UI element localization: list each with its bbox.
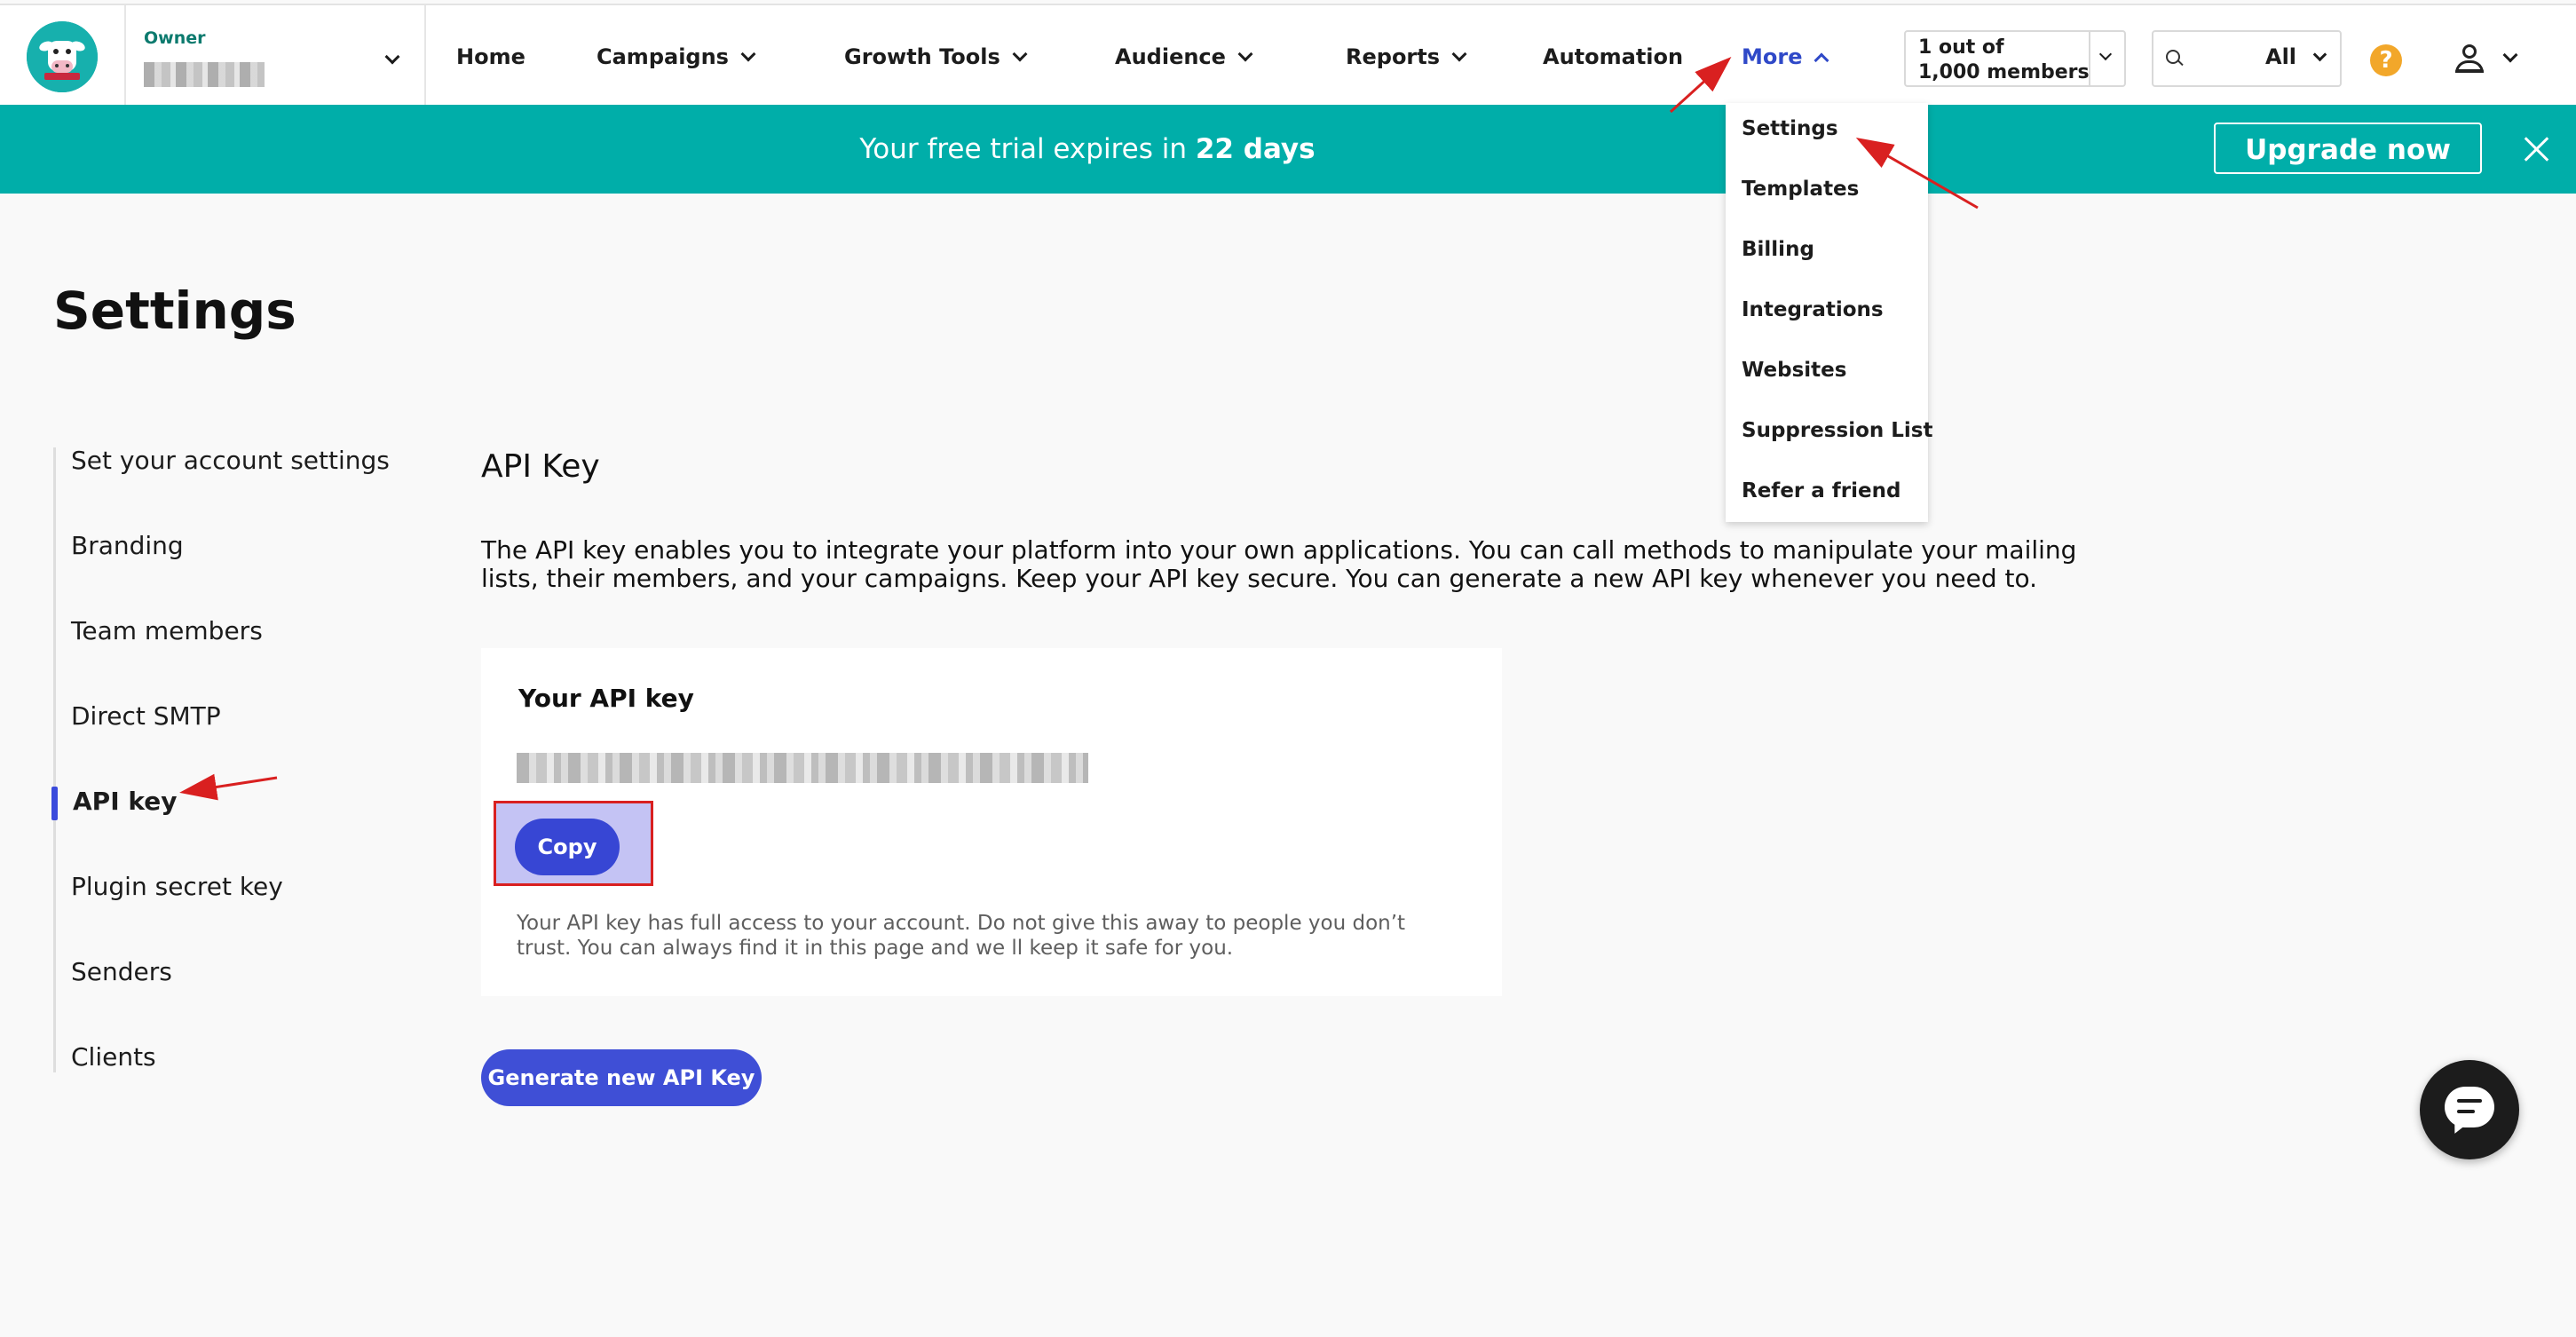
annotation-arrow-settings — [1855, 138, 1979, 210]
annotation-arrow-api-key — [179, 773, 278, 801]
annotation-arrows — [179, 56, 1979, 801]
annotation-arrow-more — [1669, 56, 1732, 114]
